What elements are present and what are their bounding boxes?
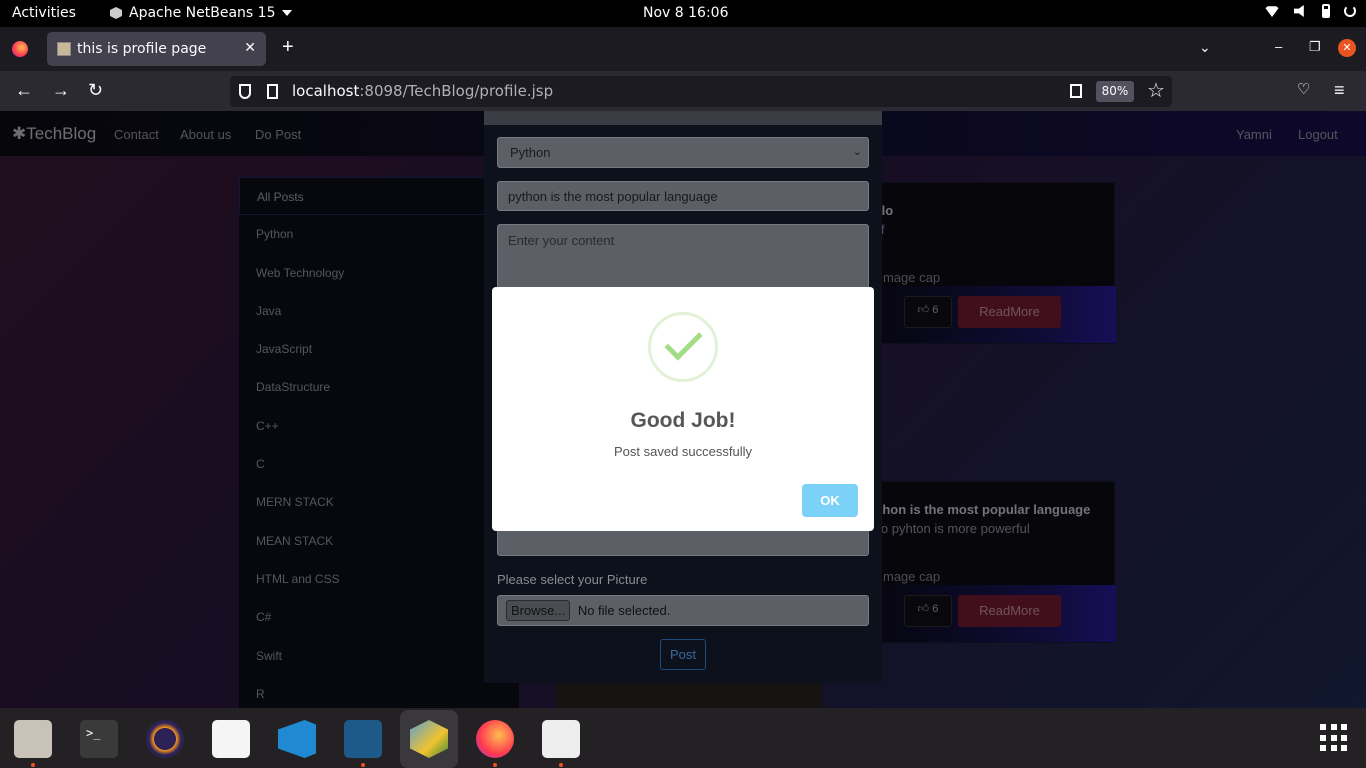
text-editor-icon[interactable] — [212, 720, 250, 758]
forward-icon[interactable]: → — [52, 81, 70, 99]
success-alert-dialog: Good Job! Post saved successfully OK — [492, 287, 874, 531]
tab-title: this is profile page — [77, 41, 207, 57]
category-select-value: Python — [510, 145, 551, 160]
system-tray[interactable] — [1264, 4, 1356, 18]
post-title-input[interactable]: python is the most popular language — [497, 181, 869, 211]
modal-header — [484, 111, 882, 125]
picture-label: Please select your Picture — [497, 572, 648, 587]
browser-nav-bar: ← → ↻ localhost:8098/TechBlog/profile.js… — [0, 71, 1366, 111]
zoom-indicator[interactable]: 80% — [1096, 81, 1134, 102]
new-tab-icon[interactable]: + — [282, 37, 294, 57]
alert-title: Good Job! — [630, 409, 736, 432]
eclipse-icon[interactable] — [146, 720, 184, 758]
pocket-icon[interactable]: ♡ — [1297, 81, 1310, 99]
power-icon — [1344, 5, 1356, 17]
reader-view-icon[interactable] — [1070, 84, 1082, 98]
url-text[interactable]: localhost:8098/TechBlog/profile.jsp — [292, 82, 553, 100]
tab-favicon-icon — [57, 42, 71, 56]
maximize-icon[interactable]: ❐ — [1309, 39, 1321, 55]
tab-close-icon[interactable]: ✕ — [244, 40, 256, 56]
app-menu[interactable]: Apache NetBeans 15 — [110, 5, 293, 21]
volume-icon — [1294, 5, 1304, 17]
back-icon[interactable]: ← — [15, 81, 33, 99]
show-apps-icon[interactable] — [1320, 724, 1348, 752]
browser-tab-bar: this is profile page ✕ + ⌄ – ❐ ✕ — [0, 27, 1366, 71]
alert-message: Post saved successfully — [613, 444, 752, 459]
minimize-icon[interactable]: – — [1275, 39, 1282, 54]
wifi-icon — [1264, 6, 1280, 17]
reload-icon[interactable]: ↻ — [88, 81, 103, 99]
clock[interactable]: Nov 8 16:06 — [643, 5, 728, 21]
chevron-down-icon — [282, 10, 293, 16]
firefox-icon[interactable] — [12, 41, 28, 57]
terminal-icon[interactable]: >_ — [80, 720, 118, 758]
app-menu-label: Apache NetBeans 15 — [129, 5, 276, 21]
dock: >_ — [0, 708, 1366, 768]
activities-button[interactable]: Activities — [12, 5, 76, 21]
file-status: No file selected. — [577, 603, 671, 618]
menu-icon[interactable]: ≡ — [1334, 81, 1345, 99]
category-select[interactable]: Python ⌄ — [497, 137, 869, 168]
document-viewer-icon[interactable] — [542, 720, 580, 767]
picture-file-input[interactable]: Browse... No file selected. — [497, 595, 869, 626]
post-submit-button[interactable]: Post — [660, 639, 706, 670]
window-close-icon[interactable]: ✕ — [1338, 39, 1356, 57]
shield-icon[interactable] — [239, 84, 251, 99]
chevron-down-icon: ⌄ — [852, 146, 862, 158]
success-check-icon — [648, 312, 718, 382]
bookmark-star-icon[interactable]: ☆ — [1147, 78, 1165, 102]
list-tabs-icon[interactable]: ⌄ — [1199, 39, 1211, 56]
mysql-workbench-icon[interactable] — [344, 720, 382, 767]
page-info-icon[interactable] — [267, 84, 278, 99]
files-icon[interactable] — [14, 720, 52, 767]
netbeans-icon — [110, 7, 122, 19]
browser-tab[interactable]: this is profile page ✕ — [47, 32, 266, 66]
browse-button[interactable]: Browse... — [506, 600, 571, 621]
ok-button[interactable]: OK — [802, 484, 858, 517]
system-top-bar: Activities Apache NetBeans 15 Nov 8 16:0… — [0, 0, 1366, 27]
vscode-icon[interactable] — [278, 720, 316, 758]
url-bar[interactable]: localhost:8098/TechBlog/profile.jsp 80% … — [230, 76, 1172, 107]
battery-icon — [1322, 4, 1330, 18]
firefox-dock-icon[interactable] — [476, 720, 514, 767]
